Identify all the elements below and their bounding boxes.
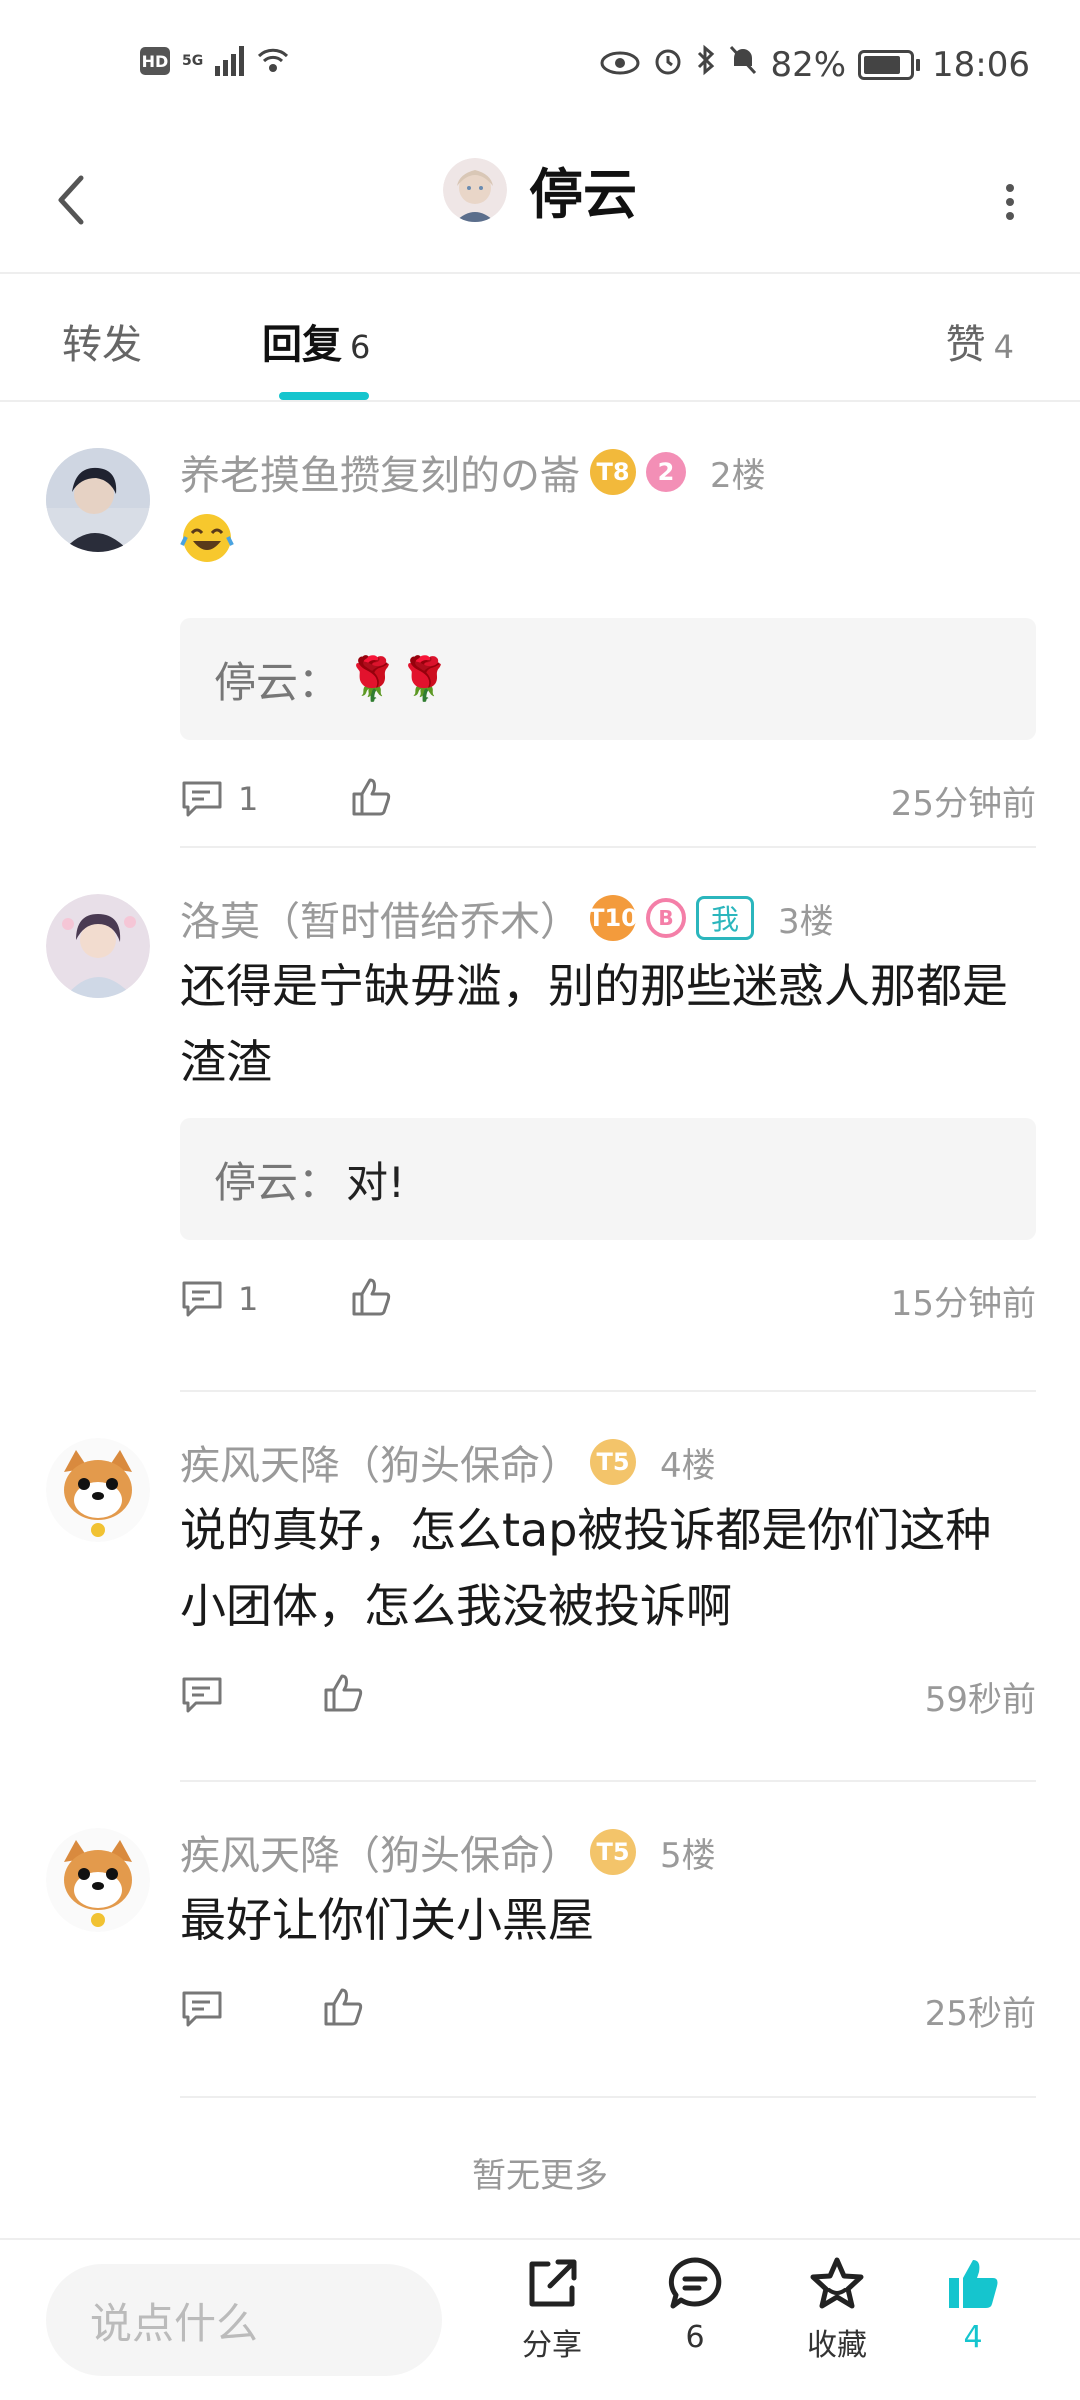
floor-number: 4楼 (660, 1445, 716, 1486)
comment-item: 疾风天降（狗头保命） T5 4楼 说的真好，怎么tap被投诉都是你们这种小团体，… (0, 1392, 1080, 1782)
battery-icon (858, 49, 921, 80)
quote-text: 对! (346, 1157, 405, 1207)
avatar[interactable] (46, 1438, 150, 1542)
comment-bubble-icon (668, 2257, 722, 2309)
rank-badge: 2 (646, 452, 686, 492)
comment-text: 说的真好，怎么tap被投诉都是你们这种小团体，怎么我没被投诉啊 (180, 1503, 992, 1633)
floor-number: 3楼 (778, 901, 834, 942)
clock: 18:06 (932, 44, 1030, 85)
comment-input[interactable]: 说点什么 (46, 2264, 442, 2376)
reply-button[interactable] (180, 1675, 238, 1715)
reply-button[interactable]: 1 (180, 1279, 258, 1319)
tab-indicator (279, 392, 369, 400)
me-badge: 我 (696, 896, 755, 940)
share-button[interactable]: 分享 (497, 2254, 607, 2364)
reply-count: 1 (238, 1280, 259, 1318)
laughing-emoji-icon (180, 511, 234, 569)
page-title: 停云 (529, 163, 637, 226)
page-header: 停云 (0, 130, 1080, 274)
level-badge: T5 (590, 1439, 636, 1485)
like-button[interactable] (350, 776, 394, 822)
comment-text: 最好让你们关小黑屋 (180, 1893, 594, 1947)
avatar[interactable] (443, 157, 507, 222)
comment-time: 59秒前 (924, 1680, 1036, 1720)
floor-number: 2楼 (710, 455, 766, 496)
comment-author[interactable]: 疾风天降（狗头保命） (180, 1433, 580, 1491)
floor-number: 5楼 (660, 1835, 716, 1876)
reply-button[interactable]: 1 (180, 779, 258, 819)
comment-text: 还得是宁缺毋滥，别的那些迷惑人那都是渣渣 (180, 959, 1008, 1089)
quote-author: 停云 (214, 657, 299, 707)
quote-text: 🌹🌹 (346, 654, 451, 703)
star-icon (810, 2257, 864, 2309)
signal-icon (215, 46, 245, 76)
comment-author[interactable]: 疾风天降（狗头保命） (180, 1823, 580, 1881)
comment-time: 25分钟前 (890, 784, 1036, 824)
thumbs-up-icon (324, 1988, 363, 2026)
level-badge: T10 (588, 895, 638, 941)
share-label: 分享 (522, 2328, 582, 2363)
battery-percent: 82% (770, 44, 847, 85)
thumbs-up-icon (324, 1674, 363, 1712)
collect-label: 收藏 (807, 2328, 867, 2363)
comment-icon (182, 1677, 222, 1713)
like-count: 4 (963, 2320, 983, 2355)
more-button[interactable] (980, 172, 1040, 232)
bluetooth-icon (696, 44, 716, 85)
reply-button[interactable] (180, 1989, 238, 2029)
avatar[interactable] (46, 448, 150, 552)
comment-author[interactable]: 洛莫（暂时借给乔木） (180, 889, 580, 947)
like-post-button[interactable]: 4 (918, 2254, 1028, 2355)
rank-badge: B (646, 898, 686, 938)
no-more-text: 暂无更多 (472, 2156, 608, 2196)
quote-author: 停云 (214, 1157, 299, 1207)
network-type: 5G (182, 53, 204, 69)
comment-icon (182, 1281, 222, 1317)
alarm-icon (652, 44, 684, 85)
tab-like[interactable]: 赞4 (946, 312, 1014, 370)
thumbs-up-icon (352, 1278, 391, 1316)
quoted-reply[interactable]: 停云 ： 🌹🌹 (180, 618, 1036, 740)
collect-button[interactable]: 收藏 (782, 2254, 892, 2364)
hd-badge: HD (140, 47, 170, 75)
avatar[interactable] (46, 894, 150, 998)
reply-count: 1 (238, 780, 259, 818)
comment-time: 15分钟前 (890, 1284, 1036, 1324)
comment-item: 养老摸鱼攒复刻的の崙 T8 2 2楼 停云 ： 🌹🌹 1 25分钟前 (0, 402, 1080, 848)
like-button[interactable] (322, 1986, 366, 2032)
comment-button[interactable]: 6 (640, 2254, 750, 2355)
comment-list: 养老摸鱼攒复刻的の崙 T8 2 2楼 停云 ： 🌹🌹 1 25分钟前 洛莫（暂时… (0, 402, 1080, 2098)
comment-time: 25秒前 (924, 1994, 1036, 2034)
avatar[interactable] (46, 1828, 150, 1932)
more-vertical-icon (1006, 184, 1014, 220)
comment-item: 疾风天降（狗头保命） T5 5楼 最好让你们关小黑屋 25秒前 (0, 1782, 1080, 2098)
comment-input-placeholder: 说点什么 (90, 2298, 259, 2348)
divider (180, 2096, 1036, 2098)
like-button[interactable] (322, 1672, 366, 1718)
thumbs-up-filled-icon (949, 2260, 998, 2308)
like-button[interactable] (350, 1276, 394, 1322)
comment-count: 6 (685, 2320, 705, 2355)
tab-bar: 转发 回复 6 赞4 (0, 276, 1080, 402)
comment-item: 洛莫（暂时借给乔木） T10 B 我 3楼 还得是宁缺毋滥，别的那些迷惑人那都是… (0, 848, 1080, 1392)
comment-author[interactable]: 养老摸鱼攒复刻的の崙 (180, 443, 580, 501)
quoted-reply[interactable]: 停云 ： 对! (180, 1118, 1036, 1240)
bottom-bar: 说点什么 分享 6 收藏 4 (0, 2238, 1080, 2400)
tab-forward[interactable]: 转发 (62, 312, 142, 370)
eye-icon (600, 45, 640, 85)
thumbs-up-icon (352, 778, 391, 816)
comment-icon (182, 1991, 222, 2027)
status-bar: HD 5G 82% 18:06 (0, 0, 1080, 130)
comment-icon (182, 781, 222, 817)
level-badge: T8 (590, 449, 636, 495)
share-icon (529, 2259, 577, 2307)
wifi-icon (256, 44, 290, 78)
mute-icon (728, 44, 758, 85)
tab-reply[interactable]: 回复 6 (262, 312, 370, 370)
level-badge: T5 (590, 1829, 636, 1875)
